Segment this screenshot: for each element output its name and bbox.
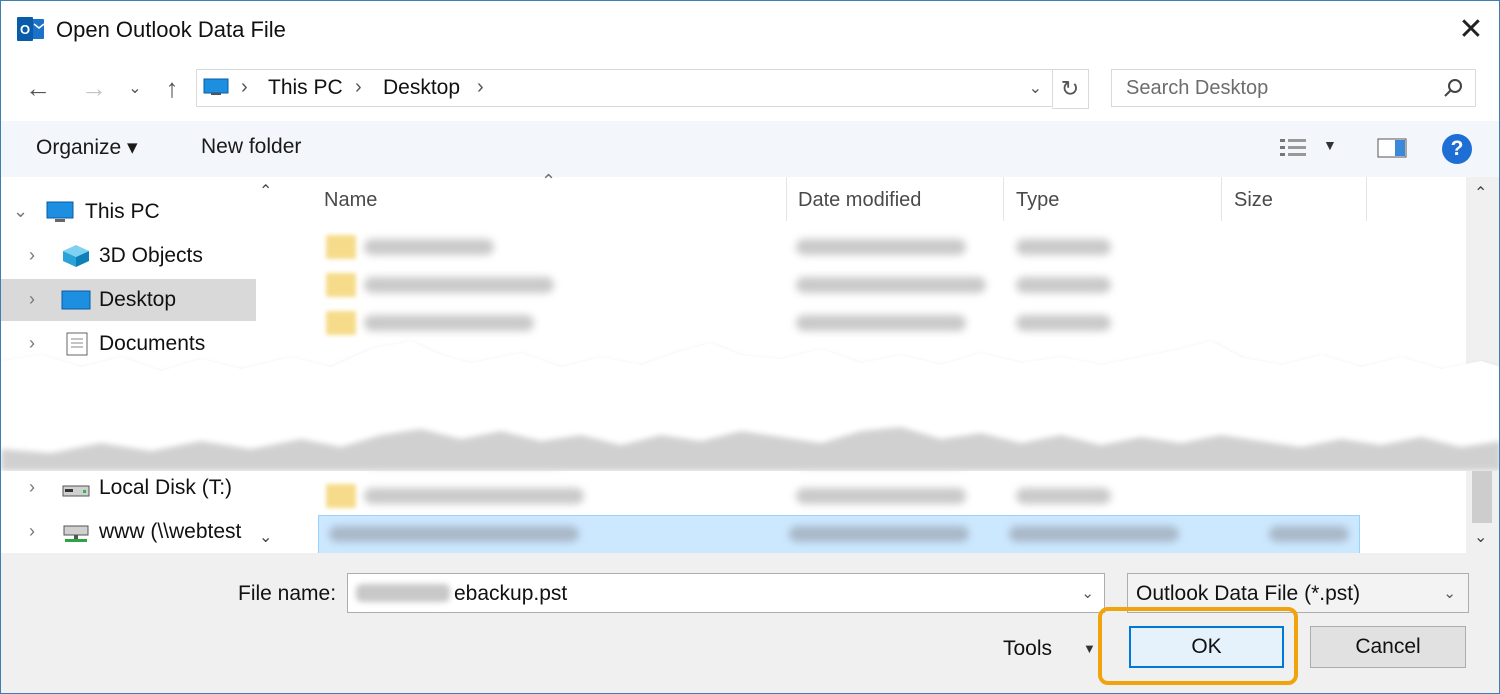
nav-item-3d-objects[interactable]: › 3D Objects (1, 235, 256, 277)
svg-text:O: O (20, 22, 30, 37)
refresh-button[interactable]: ↻ (1052, 69, 1089, 109)
column-divider[interactable] (1221, 177, 1222, 221)
breadcrumb-separator: › (477, 76, 484, 98)
file-type-value: Outlook Data File (*.pst) (1136, 582, 1361, 605)
collapse-arrow-icon[interactable]: ⌄ (13, 201, 28, 222)
blurred-text (364, 488, 584, 504)
new-folder-button[interactable]: New folder (201, 135, 301, 159)
folder-icon (326, 273, 356, 297)
column-divider[interactable] (1003, 177, 1004, 221)
nav-scroll-down-arrow[interactable]: ⌄ (259, 527, 272, 547)
blurred-text (1016, 488, 1111, 504)
breadcrumb-this-pc[interactable]: This PC (268, 76, 343, 100)
computer-icon (203, 78, 229, 95)
address-bar[interactable]: › This PC › Desktop › ⌄ (196, 69, 1053, 107)
view-options-dropdown[interactable]: ▼ (1323, 137, 1337, 153)
preview-pane-icon[interactable] (1377, 137, 1407, 159)
view-details-icon[interactable] (1279, 137, 1309, 159)
blurred-text (796, 315, 966, 331)
nav-label: Local Disk (T:) (99, 476, 233, 499)
search-placeholder: Search Desktop (1126, 77, 1269, 99)
ok-button[interactable]: OK (1129, 626, 1284, 668)
help-icon[interactable]: ? (1442, 134, 1472, 164)
blurred-text (364, 315, 534, 331)
forward-button[interactable]: → (79, 73, 109, 103)
desktop-icon (61, 290, 91, 310)
blurred-text (796, 277, 986, 293)
column-header-type[interactable]: Type (1016, 189, 1059, 212)
blurred-text (364, 277, 554, 293)
cancel-button[interactable]: Cancel (1310, 626, 1466, 668)
chevron-down-icon[interactable]: ⌄ (1081, 584, 1094, 602)
file-name-label: File name: (238, 582, 337, 605)
dialog-footer: File name: ebackup.pst ⌄ Outlook Data Fi… (1, 553, 1499, 693)
breadcrumb-separator: › (241, 76, 248, 98)
column-divider[interactable] (786, 177, 787, 221)
torn-paper-divider (1, 341, 1499, 471)
tools-button[interactable]: Tools (1003, 637, 1052, 661)
back-button[interactable]: ← (23, 73, 53, 103)
breadcrumb-separator: › (355, 76, 362, 98)
blurred-text (356, 584, 450, 602)
tools-dropdown-icon[interactable]: ▼ (1083, 641, 1096, 656)
address-dropdown-icon[interactable]: ⌄ (1029, 78, 1042, 98)
blurred-text (329, 526, 579, 542)
nav-item-local-disk-t[interactable]: › Local Disk (T:) (1, 467, 256, 509)
search-box[interactable]: Search Desktop (1111, 69, 1476, 107)
blurred-text (796, 239, 966, 255)
nav-item-www-webtest[interactable]: › www (\\webtest (1, 511, 256, 553)
disk-icon (62, 485, 90, 497)
folder-icon (326, 484, 356, 508)
outlook-icon: O (17, 17, 45, 41)
file-row[interactable] (326, 271, 1326, 299)
folder-icon (326, 235, 356, 259)
blurred-text (796, 488, 966, 504)
expand-arrow-icon[interactable]: › (29, 245, 35, 266)
file-name-input[interactable]: ebackup.pst ⌄ (347, 573, 1105, 613)
blurred-text (789, 526, 969, 542)
nav-item-desktop[interactable]: › Desktop (1, 279, 256, 321)
column-header-date-modified[interactable]: Date modified (798, 189, 921, 212)
sort-ascending-icon: ⌃ (541, 171, 557, 191)
title-bar: O Open Outlook Data File ✕ (1, 1, 1499, 57)
chevron-down-icon[interactable]: ⌄ (1443, 584, 1456, 602)
file-row[interactable] (326, 482, 1326, 510)
nav-label: Desktop (99, 288, 177, 311)
computer-icon (46, 201, 74, 222)
close-button[interactable]: ✕ (1443, 1, 1499, 57)
column-header-name[interactable]: Name (324, 189, 377, 212)
up-button[interactable]: ↑ (157, 73, 187, 103)
file-row[interactable] (326, 233, 1326, 261)
scroll-up-arrow[interactable]: ⌃ (1474, 183, 1487, 203)
blurred-text (364, 239, 494, 255)
blurred-text (1016, 277, 1111, 293)
dialog-title: Open Outlook Data File (56, 17, 286, 42)
blurred-text (1016, 315, 1111, 331)
file-name-value: ebackup.pst (454, 582, 568, 605)
3d-objects-icon (63, 245, 89, 267)
blurred-text (1009, 526, 1179, 542)
expand-arrow-icon[interactable]: › (29, 289, 35, 310)
network-drive-icon (63, 525, 89, 542)
command-toolbar: Organize ▾ New folder ▼ ? (1, 121, 1499, 177)
blurred-text (1269, 526, 1349, 542)
open-outlook-data-file-dialog: O Open Outlook Data File ✕ ← → ⌄ ↑ › Thi… (0, 0, 1500, 694)
nav-label: www (\\webtest (99, 520, 242, 543)
column-header-size[interactable]: Size (1234, 189, 1273, 212)
expand-arrow-icon[interactable]: › (29, 477, 35, 498)
nav-item-this-pc[interactable]: ⌄ This PC (1, 191, 256, 233)
selected-file-row[interactable] (318, 515, 1360, 555)
column-divider[interactable] (1366, 177, 1367, 221)
organize-button[interactable]: Organize ▾ (36, 135, 138, 160)
search-icon[interactable] (1443, 78, 1463, 98)
expand-arrow-icon[interactable]: › (29, 521, 35, 542)
nav-scroll-up-arrow[interactable]: ⌃ (259, 181, 272, 201)
breadcrumb-desktop[interactable]: Desktop (383, 76, 460, 100)
scroll-down-arrow[interactable]: ⌄ (1474, 527, 1487, 547)
nav-label: 3D Objects (99, 244, 203, 267)
nav-label: This PC (85, 200, 160, 223)
recent-locations-button[interactable]: ⌄ (125, 73, 145, 103)
blurred-text (1016, 239, 1111, 255)
